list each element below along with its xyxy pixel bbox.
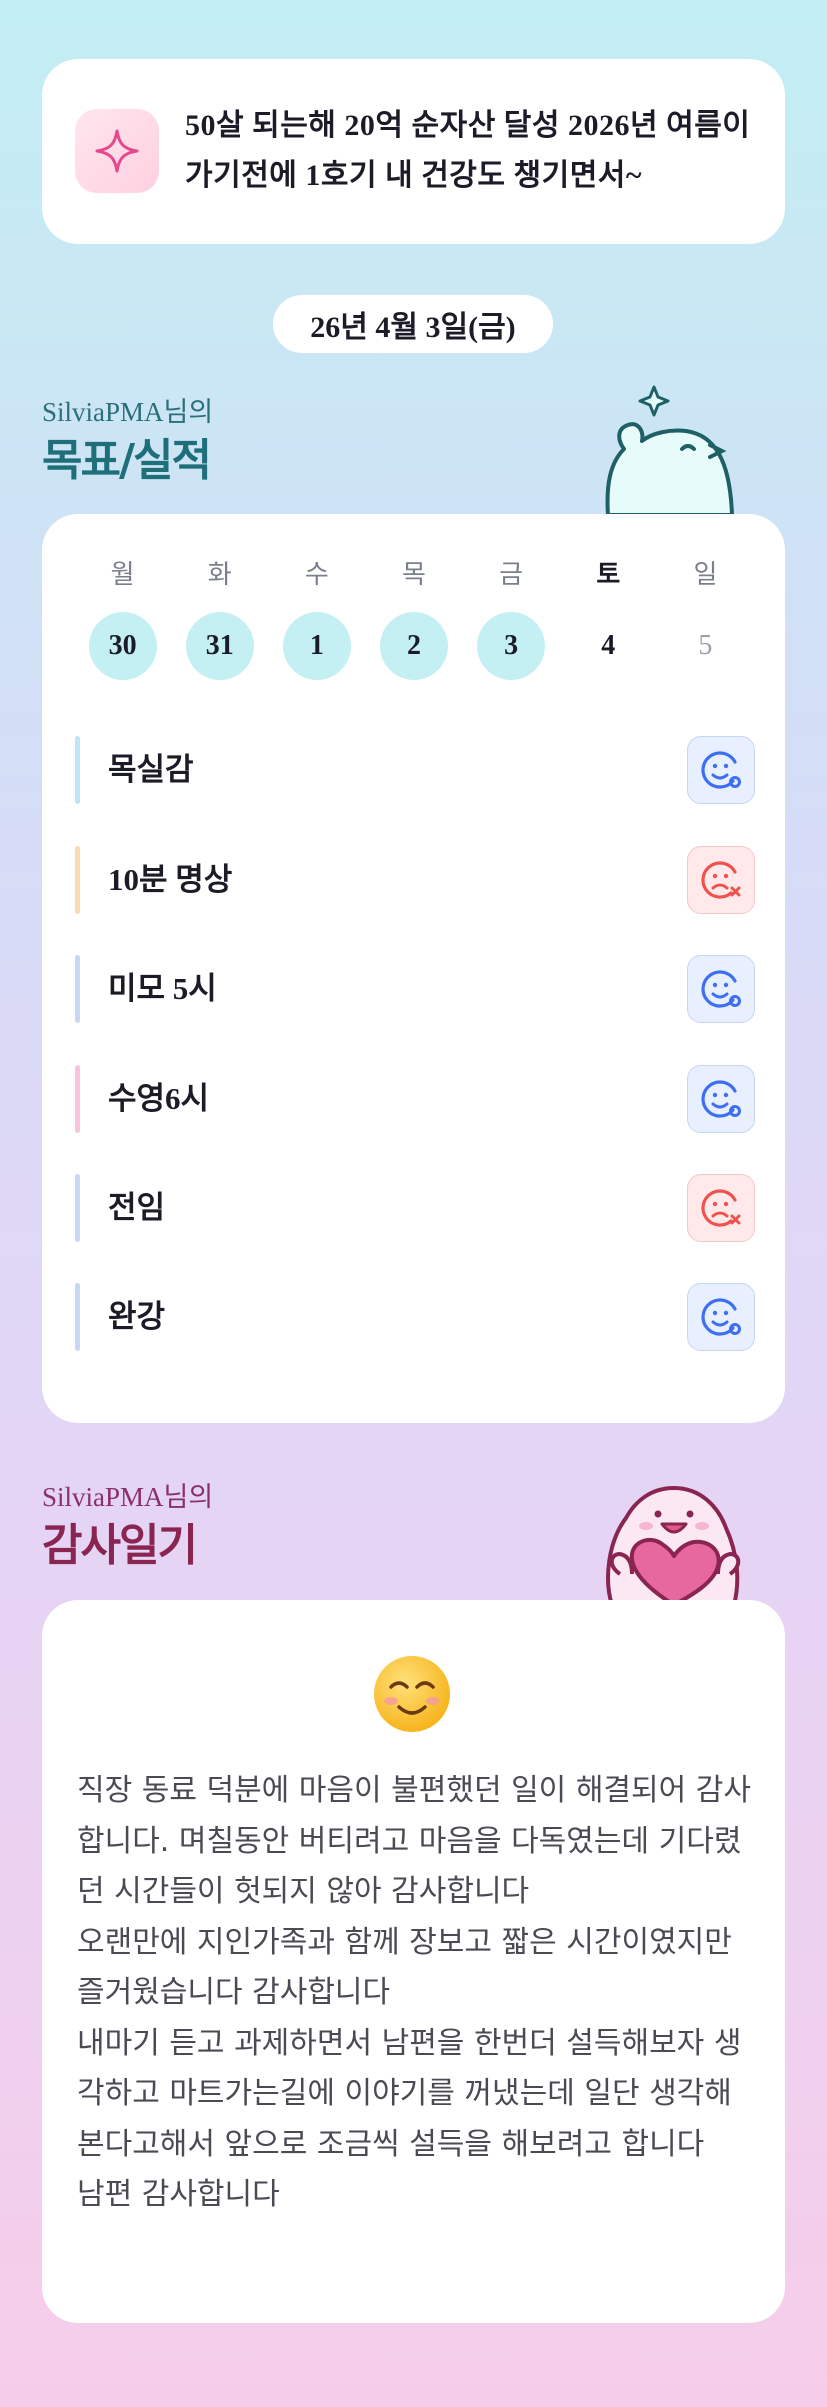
task-row[interactable]: 10분 명상	[75, 846, 755, 914]
happy-face-check-icon[interactable]	[687, 1283, 755, 1351]
weekday-label: 화	[207, 560, 232, 590]
date-circle[interactable]: 4	[574, 612, 642, 680]
goals-section-title: 목표/실적	[42, 435, 212, 486]
task-color-bar	[75, 846, 80, 914]
task-row[interactable]: 전임	[75, 1174, 755, 1242]
date-circle[interactable]: 2	[379, 612, 448, 680]
weekday-label: 금	[499, 560, 524, 590]
waving-mascot-icon	[605, 385, 734, 515]
day-column-thu[interactable]: 목 2	[365, 554, 462, 680]
task-label: 10분 명상	[108, 862, 233, 897]
gratitude-section-title: 감사일기	[42, 1520, 198, 1571]
happy-face-check-icon[interactable]	[687, 1065, 755, 1133]
day-column-wed[interactable]: 수 1	[268, 554, 365, 680]
sad-face-x-icon[interactable]	[687, 846, 755, 914]
task-color-bar	[75, 736, 80, 804]
date-circle[interactable]: 30	[88, 612, 157, 680]
weekday-label: 월	[110, 560, 135, 590]
day-column-tue[interactable]: 화 31	[171, 554, 268, 680]
weekday-label: 일	[693, 560, 718, 590]
task-label: 수영6시	[108, 1081, 210, 1116]
task-row[interactable]: 목실감	[75, 736, 755, 804]
task-row[interactable]: 완강	[75, 1283, 755, 1351]
weekday-label: 목	[402, 560, 426, 590]
goal-text: 50살 되는해 20억 순자산 달성 2026년 여름이 가기전에 1호기 내 …	[185, 109, 751, 192]
goals-card: 월 30 화 31 수 1 목 2 금 3 토 4 일 5 목실감 10분 명상…	[42, 514, 785, 1423]
task-label: 목실감	[108, 752, 194, 787]
date-circle[interactable]: 31	[185, 612, 254, 680]
date-circle[interactable]: 1	[282, 612, 351, 680]
happy-face-check-icon[interactable]	[687, 955, 755, 1023]
task-color-bar	[75, 1065, 80, 1133]
smiling-face-icon	[374, 1656, 450, 1732]
heart-mascot-icon	[606, 1486, 741, 1605]
task-label: 전임	[108, 1190, 166, 1225]
weekday-label: 토	[596, 560, 621, 590]
date-selector[interactable]: 26년 4월 3일(금)	[273, 295, 553, 353]
sparkle-icon	[75, 109, 159, 193]
task-label: 미모 5시	[108, 971, 217, 1006]
day-column-sun[interactable]: 일 5	[657, 554, 754, 680]
happy-face-check-icon[interactable]	[687, 736, 755, 804]
goal-card: 50살 되는해 20억 순자산 달성 2026년 여름이 가기전에 1호기 내 …	[42, 59, 785, 244]
task-row[interactable]: 수영6시	[75, 1065, 755, 1133]
day-column-fri[interactable]: 금 3	[463, 554, 560, 680]
day-column-sat[interactable]: 토 4	[560, 554, 657, 680]
date-circle[interactable]: 3	[477, 612, 546, 680]
day-column-mon[interactable]: 월 30	[74, 554, 171, 680]
date-circle[interactable]: 5	[671, 612, 739, 680]
weekday-label: 수	[304, 560, 329, 590]
gratitude-body: 직장 동료 덕분에 마음이 불편했던 일이 해결되어 감사합니다. 며칠동안 버…	[77, 1773, 751, 2212]
task-row[interactable]: 미모 5시	[75, 955, 755, 1023]
task-color-bar	[75, 1174, 80, 1242]
task-color-bar	[75, 1283, 80, 1351]
sad-face-x-icon[interactable]	[687, 1174, 755, 1242]
task-color-bar	[75, 955, 80, 1023]
task-label: 완강	[108, 1299, 166, 1334]
gratitude-card: 직장 동료 덕분에 마음이 불편했던 일이 해결되어 감사합니다. 며칠동안 버…	[42, 1600, 785, 2323]
week-strip: 월 30 화 31 수 1 목 2 금 3 토 4 일 5	[74, 554, 754, 680]
